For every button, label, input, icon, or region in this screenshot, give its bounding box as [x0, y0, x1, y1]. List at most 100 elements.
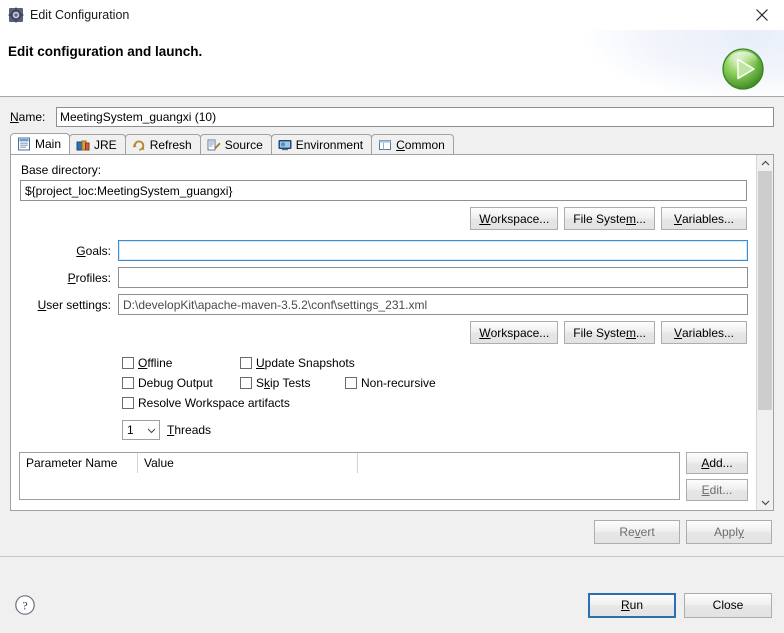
profiles-field-wrap — [118, 267, 748, 288]
checkbox-non-recursive-label: Non-recursive — [361, 376, 436, 390]
tab-common-mnemonic: C — [396, 137, 405, 152]
dialog-footer: ? Run Close — [0, 577, 784, 633]
tab-refresh[interactable]: Refresh — [124, 134, 201, 154]
variables-button-bottom[interactable]: Variables... — [661, 321, 747, 344]
tab-bar: Main JRE Refresh Source Environment Comm… — [10, 133, 774, 155]
scrollbar-track[interactable] — [757, 171, 773, 494]
panel-scrollbar[interactable] — [756, 155, 773, 510]
file-system-button-bottom[interactable]: File Syste m... — [564, 321, 655, 344]
checkbox-resolve-workspace-artifacts-label: Resolve Workspace artifacts — [138, 396, 290, 410]
name-label-rest: ame: — [18, 110, 46, 124]
main-tab-panel: Base directory: Workspace... File System… — [10, 155, 774, 511]
checkbox-resolve-workspace-artifacts[interactable]: Resolve Workspace artifacts — [122, 396, 290, 410]
tab-jre[interactable]: JRE — [69, 134, 126, 154]
checkbox-non-recursive[interactable]: Non-recursive — [345, 376, 436, 390]
apply-button[interactable]: Appl y — [686, 520, 772, 544]
refresh-arrows-icon — [132, 138, 146, 152]
workspace-button-top[interactable]: Workspace... — [470, 207, 559, 230]
tab-common-label: Common — [396, 137, 445, 152]
tab-jre-label: JRE — [94, 137, 117, 152]
checkbox-offline-label: Offline — [138, 356, 173, 370]
tab-common[interactable]: Common — [371, 134, 454, 154]
checkbox-skip-tests-label: Skip Tests — [256, 376, 311, 390]
configuration-gear-icon — [8, 7, 24, 23]
edit-parameter-button[interactable]: Edit... — [686, 479, 748, 501]
run-button[interactable]: Run — [588, 592, 676, 618]
common-window-icon — [378, 138, 392, 152]
checkbox-skip-tests[interactable]: Skip Tests — [240, 376, 345, 390]
column-header-value[interactable]: Value — [138, 453, 358, 473]
base-directory-input[interactable] — [20, 180, 747, 201]
profiles-input[interactable] — [118, 267, 748, 288]
checkbox-debug-output-label: Debug Output — [138, 376, 213, 390]
base-directory-label: Base directory: — [21, 163, 102, 177]
parameter-table-header: Parameter Name Value — [20, 453, 679, 473]
checkbox-row-1: Offline Update Snapshots — [122, 356, 748, 370]
checkbox-row-3: Resolve Workspace artifacts — [122, 396, 748, 410]
profiles-row: Profiles: — [19, 267, 748, 288]
tab-source[interactable]: Source — [199, 134, 272, 154]
checkbox-offline-box[interactable] — [122, 357, 134, 369]
jre-library-icon — [76, 138, 90, 152]
checkbox-skip-tests-box[interactable] — [240, 377, 252, 389]
base-directory-input-wrap — [19, 180, 748, 201]
parameter-table[interactable]: Parameter Name Value — [19, 452, 680, 500]
checkbox-offline[interactable]: Offline — [122, 356, 240, 370]
svg-text:?: ? — [22, 598, 27, 612]
checkbox-resolve-workspace-artifacts-box[interactable] — [122, 397, 134, 409]
tab-main[interactable]: Main — [10, 133, 71, 154]
column-header-parameter-name[interactable]: Parameter Name — [20, 453, 138, 473]
scrollbar-up-button[interactable] — [757, 155, 773, 171]
goals-input[interactable] — [118, 240, 748, 261]
help-question-icon[interactable]: ? — [14, 594, 36, 616]
checkbox-non-recursive-box[interactable] — [345, 377, 357, 389]
window-title: Edit Configuration — [30, 8, 130, 22]
profiles-label: Profiles: — [67, 270, 111, 285]
user-settings-browse-buttons: Workspace... File Syste m... Variables... — [19, 321, 748, 344]
tab-main-label: Main — [35, 137, 62, 151]
checkbox-debug-output[interactable]: Debug Output — [122, 376, 240, 390]
threads-spinner[interactable]: 1 — [122, 420, 160, 440]
chevron-down-icon[interactable] — [147, 421, 156, 439]
threads-value: 1 — [127, 423, 134, 437]
file-system-button-top[interactable]: File Syste m... — [564, 207, 655, 230]
close-dialog-button[interactable]: Close — [684, 592, 772, 618]
threads-row: 1 Threads — [19, 420, 748, 440]
user-settings-field-wrap — [118, 294, 748, 315]
checkbox-debug-output-box[interactable] — [122, 377, 134, 389]
scrollbar-thumb[interactable] — [758, 171, 772, 411]
workspace-button-bottom[interactable]: Workspace... — [470, 321, 559, 344]
column-header-extra[interactable] — [358, 453, 679, 473]
checkbox-update-snapshots-box[interactable] — [240, 357, 252, 369]
goals-row: Goals: — [19, 240, 748, 261]
tab-refresh-label: Refresh — [149, 137, 192, 152]
revert-button[interactable]: Re v ert — [594, 520, 680, 544]
add-parameter-button[interactable]: Add... — [686, 452, 748, 474]
close-button[interactable] — [740, 0, 784, 30]
user-settings-input[interactable] — [118, 294, 748, 315]
chevron-down-icon — [761, 500, 769, 505]
dialog-body: Name: Main — [0, 97, 784, 577]
main-tab-content: Base directory: Workspace... File System… — [11, 155, 756, 510]
green-run-play-icon — [720, 46, 766, 92]
user-settings-row: User settings: — [19, 294, 748, 315]
variables-button-top[interactable]: Variables... — [661, 207, 747, 230]
checkbox-update-snapshots[interactable]: Update Snapshots — [240, 356, 355, 370]
main-document-icon — [17, 137, 31, 151]
name-label: Name: — [10, 110, 56, 124]
configuration-name-input[interactable] — [56, 107, 774, 127]
threads-label: Threads — [167, 423, 212, 437]
goals-label: Goals: — [76, 243, 111, 258]
scrollbar-down-button[interactable] — [757, 494, 773, 510]
tab-environment-label: Environment — [295, 137, 364, 152]
chevron-up-icon — [761, 160, 769, 165]
tab-environment[interactable]: Environment — [270, 134, 373, 154]
source-folder-icon — [207, 138, 221, 152]
user-settings-label: User settings: — [37, 297, 111, 312]
dialog-header: Edit configuration and launch. — [0, 0, 784, 97]
footer-separator — [0, 556, 784, 557]
parameter-table-buttons: Add... Edit... — [686, 452, 748, 501]
close-icon — [756, 9, 768, 21]
apply-bar: Re v ert Appl y — [0, 520, 772, 544]
environment-monitor-icon — [278, 138, 292, 152]
